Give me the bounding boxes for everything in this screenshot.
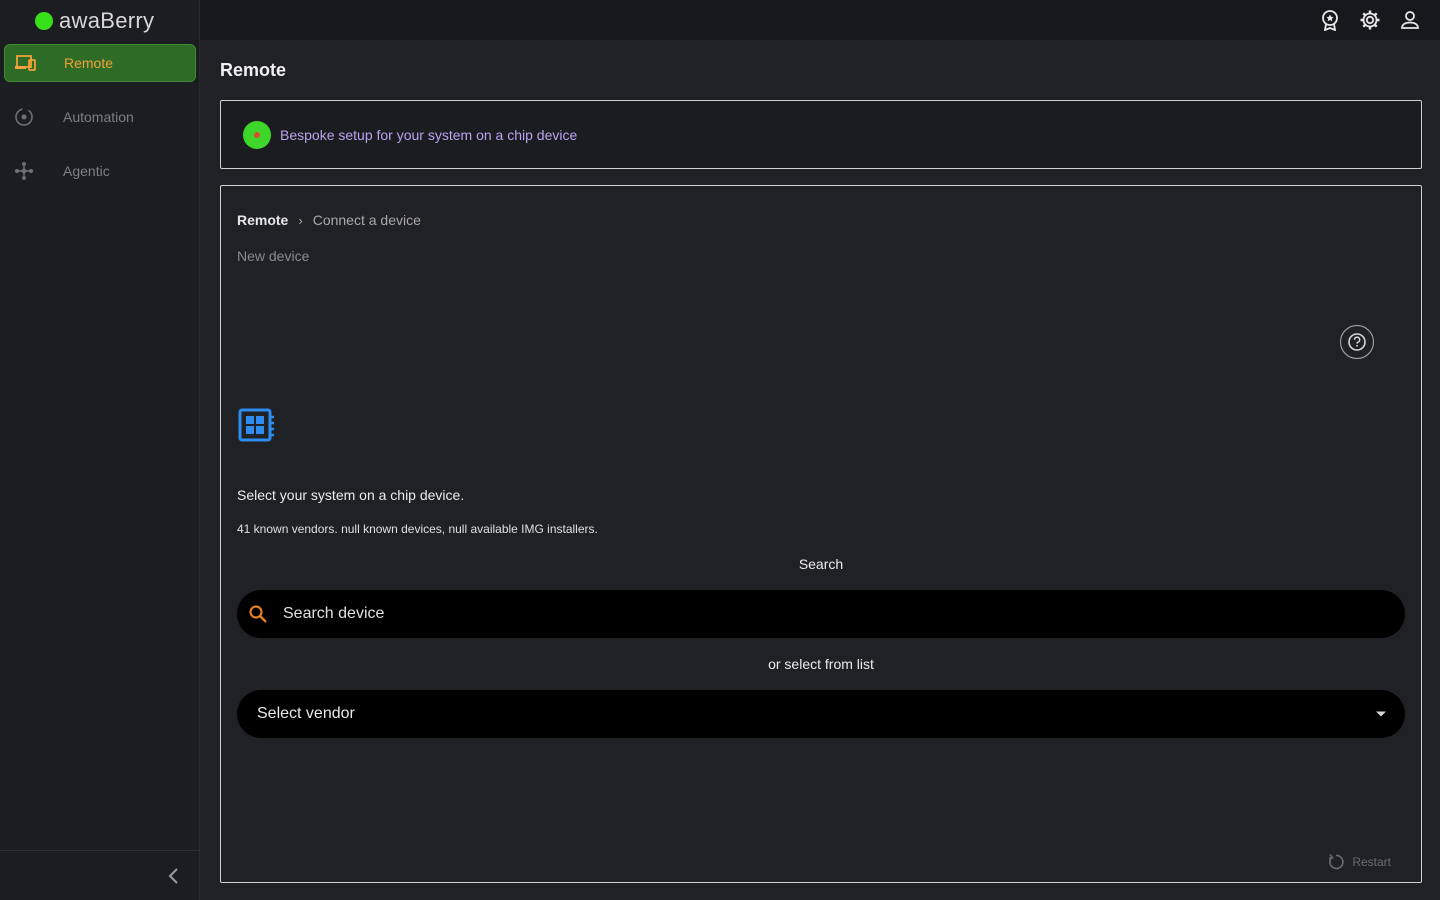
breadcrumb: Remote › Connect a device [237, 212, 421, 228]
breadcrumb-separator-icon: › [298, 212, 303, 228]
page-title: Remote [220, 60, 287, 80]
sidebar-footer [0, 850, 200, 900]
connect-device-card: Remote › Connect a device New device Sel… [220, 185, 1422, 883]
sidebar-item-agentic[interactable]: Agentic [4, 152, 196, 190]
logo-dot-icon [35, 12, 53, 30]
select-device-heading: Select your system on a chip device. [237, 487, 465, 503]
help-button[interactable] [1339, 324, 1375, 360]
or-select-label: or select from list [768, 656, 874, 672]
agentic-icon [12, 159, 36, 183]
settings-button[interactable] [1358, 8, 1382, 32]
sidebar-item-label: Remote [64, 55, 114, 71]
restart-icon [1326, 852, 1346, 872]
sidebar-item-remote[interactable]: Remote [4, 44, 196, 82]
search-input[interactable] [283, 605, 1283, 623]
search-field[interactable] [237, 590, 1405, 638]
help-icon [1339, 324, 1375, 360]
award-icon [1322, 10, 1338, 31]
app-logo[interactable]: awaBerry [35, 6, 154, 36]
vendor-select[interactable]: Select vendor [237, 690, 1405, 738]
card-subtitle: New device [237, 248, 310, 264]
breadcrumb-current: Connect a device [312, 212, 421, 228]
devices-icon [13, 51, 37, 75]
sidebar-item-label: Automation [63, 109, 134, 125]
sidebar: awaBerry Remote Automation Agentic [0, 0, 200, 900]
banner-text: Bespoke setup for your system on a chip … [280, 126, 578, 143]
vendor-stats: 41 known vendors. null known devices, nu… [237, 522, 598, 536]
sidebar-item-automation[interactable]: Automation [4, 98, 196, 136]
automation-icon [12, 105, 36, 129]
sidebar-item-label: Agentic [63, 163, 110, 179]
gear-icon [1360, 10, 1380, 30]
chip-icon [237, 408, 277, 444]
status-dot-icon [243, 120, 271, 149]
user-icon [1401, 11, 1419, 29]
vendor-select-value: Select vendor [257, 705, 355, 722]
topbar [200, 0, 1440, 40]
info-banner: Bespoke setup for your system on a chip … [220, 100, 1422, 169]
search-icon [247, 603, 269, 625]
chevron-left-icon [168, 868, 178, 884]
restart-label: Restart [1352, 855, 1391, 869]
caret-down-icon [1369, 702, 1393, 726]
breadcrumb-home-link[interactable]: Remote [237, 212, 288, 228]
award-button[interactable] [1318, 8, 1342, 32]
restart-button[interactable]: Restart [1326, 852, 1391, 872]
collapse-sidebar-button[interactable] [162, 865, 184, 887]
account-button[interactable] [1398, 8, 1422, 32]
app-name: awaBerry [59, 8, 155, 33]
search-label: Search [798, 556, 844, 572]
